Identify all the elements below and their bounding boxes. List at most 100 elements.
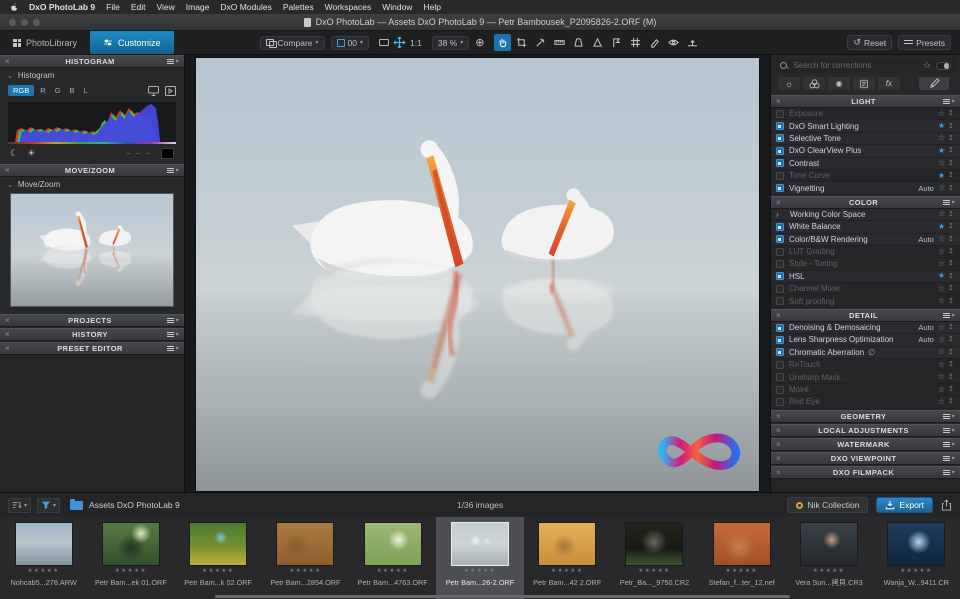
- reset-correction-icon[interactable]: ↥: [948, 248, 955, 255]
- favorite-star-icon[interactable]: ☆: [938, 184, 945, 192]
- correction-row[interactable]: ReTouch☆↥: [771, 359, 960, 371]
- reset-correction-icon[interactable]: ↥: [948, 260, 955, 267]
- correction-row[interactable]: Contrast☆↥: [771, 158, 960, 170]
- tab-photolibrary[interactable]: PhotoLibrary: [0, 31, 90, 54]
- menu-item[interactable]: Help: [423, 2, 440, 12]
- panel-menu-icon[interactable]: ▾: [939, 427, 955, 434]
- close-icon[interactable]: ×: [5, 57, 17, 66]
- reset-correction-icon[interactable]: ↥: [948, 185, 955, 192]
- filmstrip-thumbnail[interactable]: ★★★★★Petr Bam...2854.ORF: [262, 517, 349, 599]
- filmstrip-thumbnail[interactable]: ★★★★★Stefan_f...ter_12.nef: [698, 517, 785, 599]
- active-corrections-toggle[interactable]: [936, 62, 951, 70]
- correction-row[interactable]: Color/B&W RenderingAuto☆↥: [771, 234, 960, 246]
- projects-panel-header[interactable]: × PROJECTS ▾: [0, 314, 184, 327]
- history-panel-header[interactable]: × HISTORY ▾: [0, 328, 184, 341]
- panel-menu-icon[interactable]: ▾: [163, 167, 179, 174]
- section-header-watermark[interactable]: ×WATERMARK▾: [771, 438, 960, 451]
- hand-tool-button[interactable]: [494, 34, 511, 51]
- app-menu-title[interactable]: DxO PhotoLab 9: [29, 2, 95, 12]
- zoom-window-button[interactable]: [33, 19, 40, 26]
- correction-row[interactable]: VignettingAuto☆↥: [771, 182, 960, 194]
- thumbnail-rating-stars[interactable]: ★★★★★: [551, 569, 583, 575]
- minimize-window-button[interactable]: [21, 19, 28, 26]
- histogram-channel-rgb[interactable]: RGB: [8, 85, 34, 96]
- close-icon[interactable]: ×: [5, 316, 17, 325]
- checkbox-icon[interactable]: [776, 398, 784, 406]
- favorite-star-icon[interactable]: ★: [938, 272, 945, 280]
- histogram-subheader[interactable]: ⌄ Histogram: [0, 68, 184, 82]
- favorite-star-icon[interactable]: ★: [938, 147, 945, 155]
- local-adjustments-brush-button[interactable]: [919, 77, 949, 90]
- menu-item[interactable]: File: [106, 2, 120, 12]
- thumbnail-rating-stars[interactable]: ★★★★★: [726, 569, 758, 575]
- favorite-star-icon[interactable]: ☆: [938, 159, 945, 167]
- pan-fit-icon[interactable]: [393, 36, 406, 49]
- filter-button[interactable]: ▾: [37, 498, 60, 513]
- geometry-filter-button[interactable]: [853, 77, 875, 90]
- thumbnail-rating-stars[interactable]: ★★★★★: [115, 569, 147, 575]
- reset-correction-icon[interactable]: ↥: [948, 398, 955, 405]
- apple-icon[interactable]: [9, 2, 18, 12]
- checkbox-icon[interactable]: [776, 122, 784, 130]
- filmstrip-thumbnail[interactable]: ★★★★★Petr Bam...26-2.ORF: [436, 517, 523, 599]
- correction-row[interactable]: ›Working Color Space☆↥: [771, 209, 960, 221]
- correction-row[interactable]: Denoising & DemosaicingAuto☆↥: [771, 322, 960, 334]
- sort-button[interactable]: ▾: [8, 498, 31, 513]
- close-icon[interactable]: ×: [776, 311, 788, 320]
- checkbox-icon[interactable]: [776, 386, 784, 394]
- section-header-geometry[interactable]: ×GEOMETRY▾: [771, 410, 960, 423]
- reset-correction-icon[interactable]: ↥: [948, 135, 955, 142]
- color-filter-button[interactable]: [803, 77, 825, 90]
- favorite-star-icon[interactable]: ★: [938, 122, 945, 130]
- favorite-star-icon[interactable]: ☆: [938, 324, 945, 332]
- correction-row[interactable]: Unsharp Mask☆↥: [771, 371, 960, 383]
- thumbnail-rating-stars[interactable]: ★★★★★: [28, 569, 60, 575]
- correction-row[interactable]: Red Eye☆↥: [771, 396, 960, 408]
- filmstrip-thumbnail[interactable]: ★★★★★Petr_Ba..._9750.CR2: [611, 517, 698, 599]
- detail-filter-button[interactable]: ◉: [828, 77, 850, 90]
- fit-screen-icon[interactable]: [379, 39, 389, 46]
- favorite-star-icon[interactable]: ☆: [938, 398, 945, 406]
- checkbox-icon[interactable]: [776, 172, 784, 180]
- checkbox-icon[interactable]: [776, 324, 784, 332]
- close-icon[interactable]: ×: [5, 344, 17, 353]
- checkbox-icon[interactable]: [776, 134, 784, 142]
- reset-correction-icon[interactable]: ↥: [948, 336, 955, 343]
- compare-button[interactable]: Compare ▾: [260, 36, 325, 50]
- favorites-filter-icon[interactable]: ☆: [923, 60, 931, 71]
- favorite-star-icon[interactable]: ★: [938, 223, 945, 231]
- menu-item[interactable]: Workspaces: [325, 2, 372, 12]
- panel-menu-icon[interactable]: ▾: [939, 312, 955, 319]
- filmstrip-thumbnail[interactable]: ★★★★★Vera Sun...拷貝.CR3: [785, 517, 872, 599]
- thumbnail-rating-stars[interactable]: ★★★★★: [202, 569, 234, 575]
- favorite-star-icon[interactable]: ☆: [938, 134, 945, 142]
- correction-row[interactable]: Tone Curve★↥: [771, 170, 960, 182]
- reset-correction-icon[interactable]: ↥: [948, 298, 955, 305]
- checkbox-icon[interactable]: [776, 272, 784, 280]
- favorite-star-icon[interactable]: ☆: [938, 110, 945, 118]
- panel-menu-icon[interactable]: ▾: [939, 199, 955, 206]
- correction-row[interactable]: Soft proofing☆↥: [771, 295, 960, 307]
- tab-customize[interactable]: Customize: [90, 31, 174, 54]
- monitor-icon[interactable]: [148, 86, 159, 96]
- favorite-star-icon[interactable]: ★: [938, 172, 945, 180]
- angle-tool-button[interactable]: [589, 34, 606, 51]
- favorite-star-icon[interactable]: ☆: [938, 297, 945, 305]
- reset-correction-icon[interactable]: ↥: [948, 236, 955, 243]
- reset-correction-icon[interactable]: ↥: [948, 273, 955, 280]
- reset-correction-icon[interactable]: ↥: [948, 324, 955, 331]
- movezoom-preview[interactable]: [10, 193, 174, 307]
- menu-item[interactable]: View: [156, 2, 174, 12]
- panel-menu-icon[interactable]: ▾: [939, 441, 955, 448]
- straighten-tool-button[interactable]: [551, 34, 568, 51]
- checkbox-icon[interactable]: [776, 248, 784, 256]
- fx-filter-button[interactable]: fx: [878, 77, 900, 90]
- perspective-tool-button[interactable]: [570, 34, 587, 51]
- correction-row[interactable]: LUT Grading☆↥: [771, 246, 960, 258]
- reshape-tool-button[interactable]: [608, 34, 625, 51]
- checkbox-icon[interactable]: [776, 285, 784, 293]
- favorite-star-icon[interactable]: ☆: [938, 336, 945, 344]
- menu-item[interactable]: DxO Modules: [220, 2, 272, 12]
- histogram-channel-l[interactable]: L: [81, 85, 91, 96]
- favorite-star-icon[interactable]: ☆: [938, 285, 945, 293]
